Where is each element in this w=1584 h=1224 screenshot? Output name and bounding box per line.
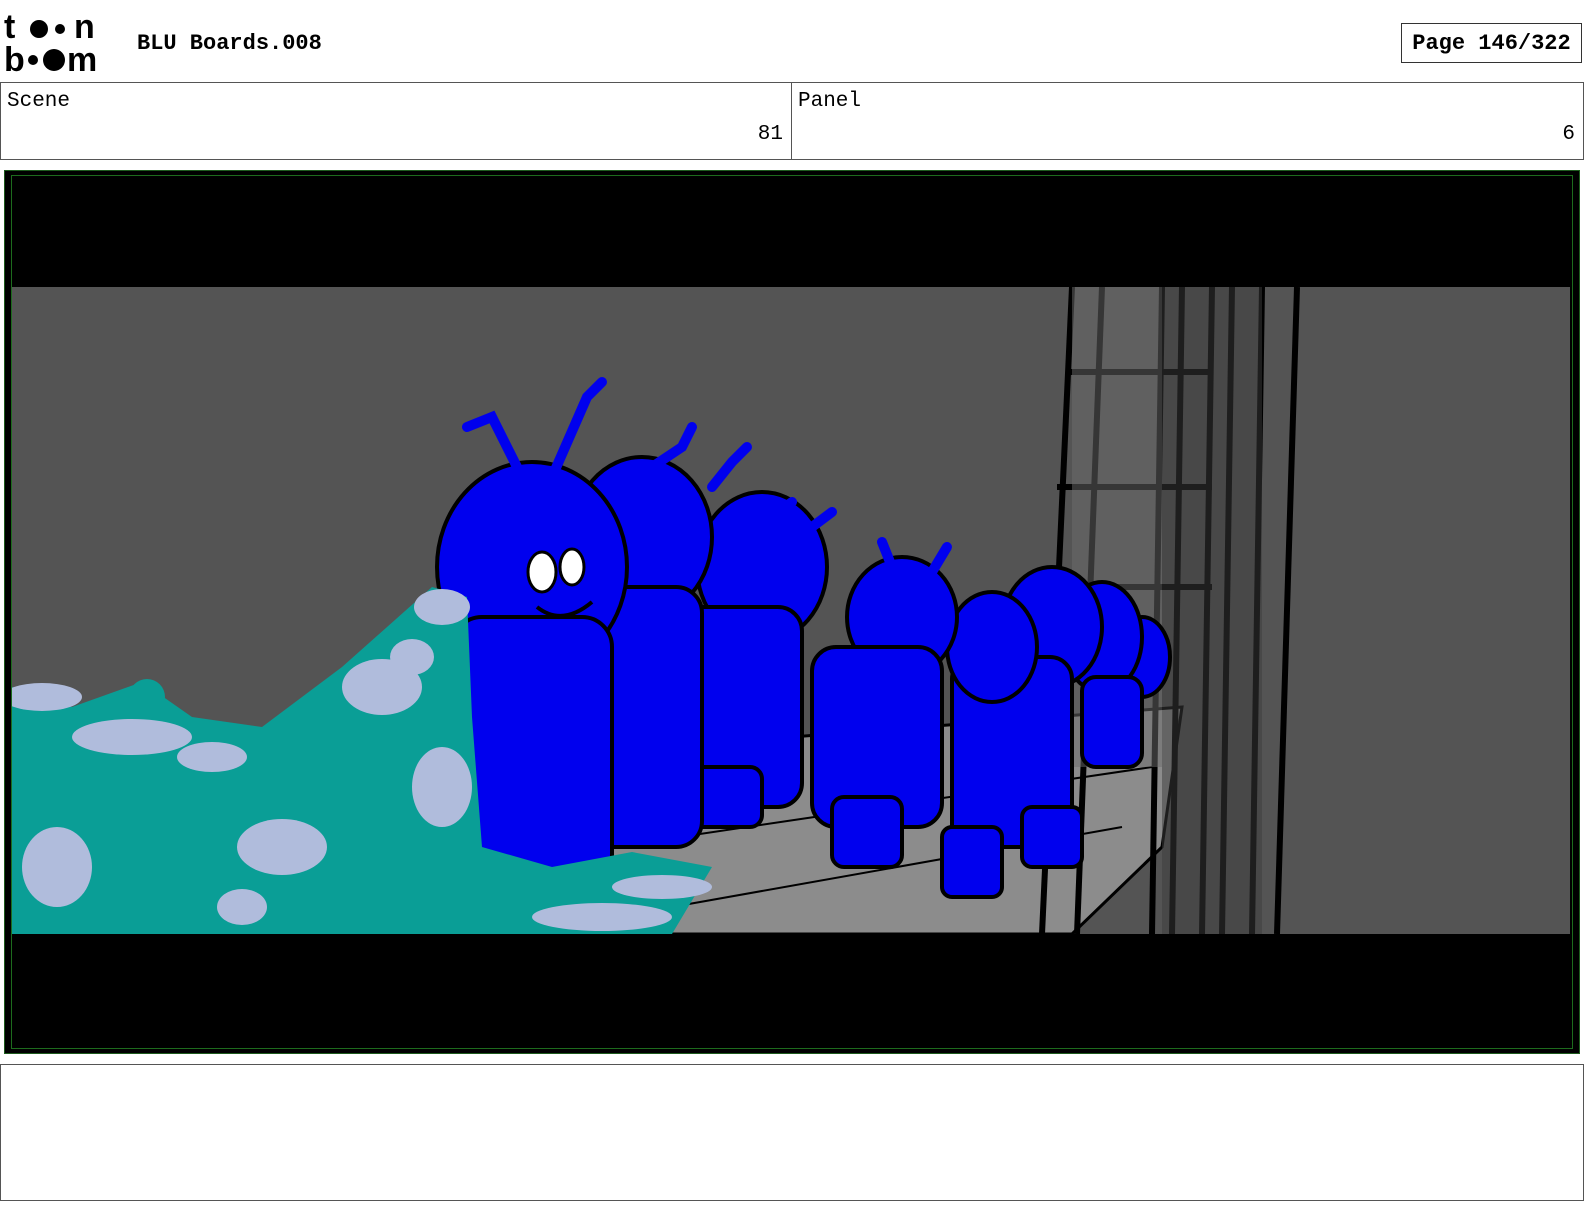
- panel-number: 6: [1562, 123, 1575, 146]
- page-indicator: Page 146/322: [1401, 23, 1582, 63]
- scene-number: 81: [757, 123, 783, 146]
- panel-cell: Panel 6: [792, 83, 1584, 159]
- scene-panel-info: Scene 81 Panel 6: [0, 82, 1584, 160]
- scene-label: Scene: [7, 90, 71, 113]
- scene-cell: Scene 81: [0, 83, 792, 159]
- svg-text:b: b: [4, 41, 25, 74]
- toon-boom-logo: t n b m: [4, 10, 97, 74]
- notes-area: [0, 1064, 1584, 1201]
- panel-label: Panel: [798, 90, 862, 113]
- document-title: BLU Boards.008: [137, 31, 322, 56]
- svg-text:m: m: [67, 41, 97, 74]
- storyboard-panel-image: [12, 287, 1570, 934]
